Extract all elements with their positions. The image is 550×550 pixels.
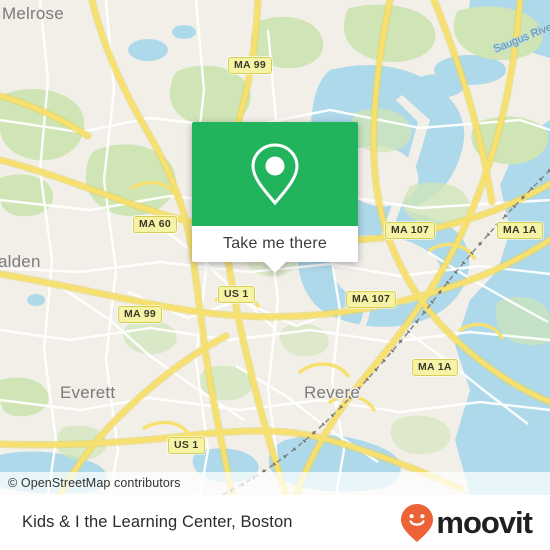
- map-canvas[interactable]: Melrose alden Everett Revere Saugus Rive…: [0, 0, 550, 495]
- route-shield-ma-107-north: MA 107: [385, 222, 436, 239]
- map-label-everett: Everett: [60, 383, 116, 402]
- route-shield-us-1-north: US 1: [218, 286, 255, 303]
- footer-bar: Kids & I the Learning Center, Boston moo…: [0, 495, 550, 550]
- route-shield-ma-1a-south: MA 1A: [412, 359, 458, 376]
- take-me-there-label: Take me there: [223, 235, 327, 252]
- take-me-there-popup[interactable]: Take me there: [192, 122, 358, 273]
- route-shield-ma-99-south: MA 99: [118, 306, 163, 323]
- moovit-location-card: Melrose alden Everett Revere Saugus Rive…: [0, 0, 550, 550]
- popup-tail: [264, 262, 286, 273]
- popup-action-area[interactable]: Take me there: [192, 226, 358, 262]
- route-shield-ma-99-north: MA 99: [228, 57, 273, 74]
- route-shield-ma-60: MA 60: [133, 216, 178, 233]
- map-label-revere: Revere: [304, 383, 361, 402]
- route-shield-us-1-south: US 1: [168, 437, 205, 454]
- moovit-wordmark: moovit: [436, 505, 533, 540]
- map-label-melrose: Melrose: [2, 4, 64, 23]
- route-shield-ma-107-south: MA 107: [346, 291, 397, 308]
- moovit-pin-smiley-icon: [401, 503, 434, 542]
- map-pin-icon: [251, 143, 299, 206]
- route-shield-ma-1a-north: MA 1A: [497, 222, 543, 239]
- location-title: Kids & I the Learning Center, Boston: [22, 513, 293, 531]
- map-label-malden: alden: [0, 252, 41, 271]
- moovit-logo[interactable]: moovit: [400, 503, 533, 543]
- map-attribution[interactable]: © OpenStreetMap contributors: [0, 472, 550, 495]
- popup-image-area: [192, 122, 358, 226]
- attribution-text: © OpenStreetMap contributors: [8, 476, 181, 490]
